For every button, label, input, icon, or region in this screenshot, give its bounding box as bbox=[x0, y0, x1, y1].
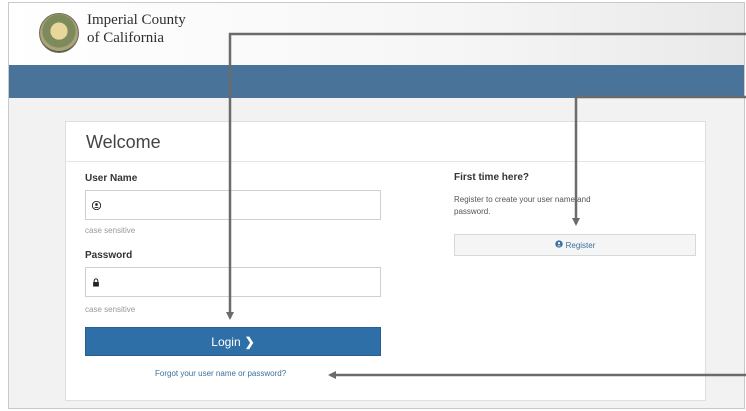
user-icon bbox=[554, 240, 563, 250]
username-input[interactable] bbox=[106, 191, 384, 219]
login-card: Welcome User Name case sensitive Passwor… bbox=[65, 121, 706, 401]
org-name-line1: Imperial County bbox=[87, 12, 186, 28]
password-label: Password bbox=[85, 250, 133, 261]
forgot-credentials-link[interactable]: Forgot your user name or password? bbox=[155, 369, 286, 378]
username-hint: case sensitive bbox=[85, 226, 136, 235]
county-seal-logo bbox=[39, 13, 79, 53]
password-field-wrapper bbox=[85, 267, 384, 297]
lock-icon bbox=[86, 268, 106, 296]
username-label: User Name bbox=[85, 173, 138, 184]
card-divider bbox=[66, 161, 705, 162]
password-input[interactable] bbox=[106, 268, 384, 296]
site-header: Imperial County of California bbox=[9, 3, 744, 65]
org-name-line2: of California bbox=[87, 30, 165, 46]
chevron-right-icon: ❯ bbox=[244, 334, 255, 349]
first-time-heading: First time here? bbox=[454, 172, 530, 183]
user-icon bbox=[86, 191, 106, 219]
register-description: Register to create your user name and pa… bbox=[454, 195, 591, 216]
register-button-label: Register bbox=[565, 240, 596, 250]
nav-bar bbox=[9, 65, 744, 98]
welcome-title: Welcome bbox=[86, 132, 161, 152]
login-button[interactable]: Login ❯ bbox=[85, 327, 381, 356]
login-button-label: Login bbox=[211, 334, 241, 349]
username-field-wrapper bbox=[85, 190, 384, 220]
register-button[interactable]: Register bbox=[454, 234, 696, 256]
password-hint: case sensitive bbox=[85, 305, 136, 314]
